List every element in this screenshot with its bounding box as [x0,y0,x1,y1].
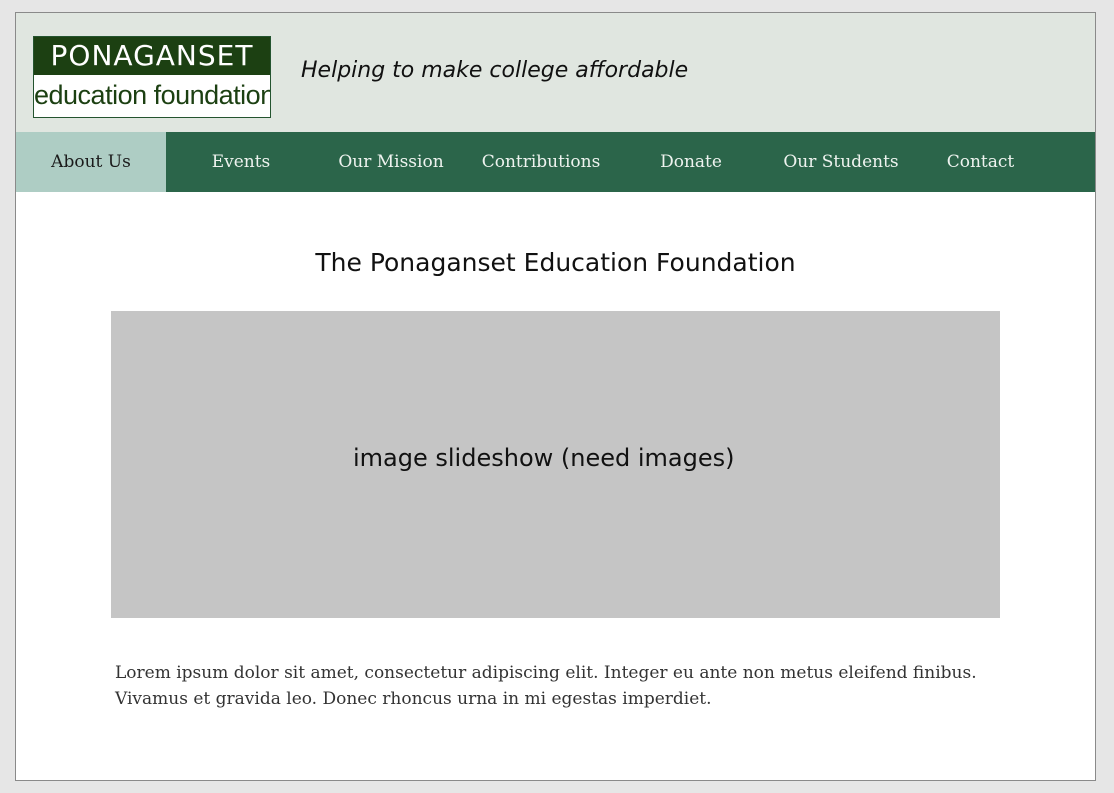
nav-item-our-students[interactable]: Our Students [766,132,916,192]
intro-paragraph-line-1: Lorem ipsum dolor sit amet, consectetur … [115,663,977,683]
site-logo[interactable]: PONAGANSET education foundation [33,36,271,118]
logo-title: PONAGANSET [34,37,270,75]
nav-item-donate[interactable]: Donate [616,132,766,192]
image-slideshow[interactable]: image slideshow (need images) [111,311,1000,618]
nav-item-about-us[interactable]: About Us [16,132,166,192]
slideshow-placeholder-label: image slideshow (need images) [353,444,735,472]
logo-subtitle: education foundation [34,80,271,110]
page-frame: PONAGANSET education foundation Helping … [15,12,1096,781]
site-header: PONAGANSET education foundation Helping … [16,13,1095,132]
nav-item-contributions[interactable]: Contributions [466,132,616,192]
intro-paragraph: Lorem ipsum dolor sit amet, consectetur … [115,660,1015,712]
site-tagline: Helping to make college affordable [301,58,689,83]
main-nav: About Us Events Our Mission Contribution… [16,132,1095,192]
nav-item-contact[interactable]: Contact [916,132,1045,192]
nav-item-our-mission[interactable]: Our Mission [316,132,466,192]
intro-paragraph-line-2: Vivamus et gravida leo. Donec rhoncus ur… [115,689,712,709]
nav-item-events[interactable]: Events [166,132,316,192]
page-title: The Ponaganset Education Foundation [315,248,796,277]
